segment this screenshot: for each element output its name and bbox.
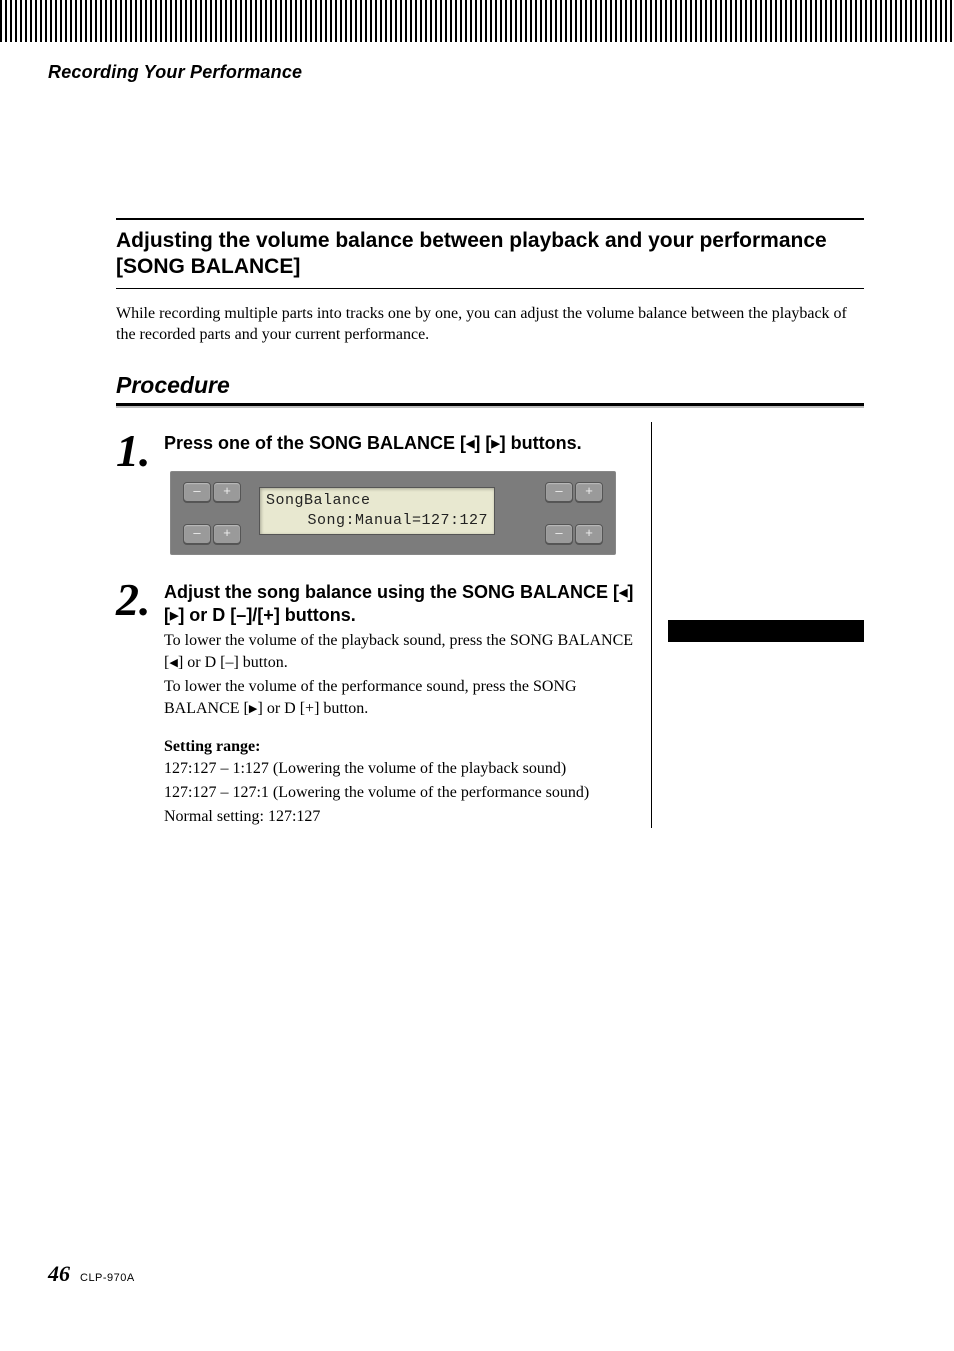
plus-button[interactable]: + bbox=[213, 524, 241, 544]
step-text: To lower the volume of the performance s… bbox=[164, 676, 635, 720]
minus-button[interactable]: – bbox=[545, 482, 573, 502]
procedure-heading: Procedure bbox=[116, 372, 864, 399]
step-text: To lower the volume of the playback soun… bbox=[164, 630, 635, 674]
main-content: Adjusting the volume balance between pla… bbox=[116, 218, 864, 828]
range-heading: Setting range: bbox=[164, 738, 635, 756]
model-label: CLP-970A bbox=[80, 1272, 135, 1284]
minus-button[interactable]: – bbox=[545, 524, 573, 544]
procedure-rule-shade bbox=[116, 406, 864, 408]
lcd-line-2: Song:Manual=127:127 bbox=[266, 511, 488, 531]
title-rule-top bbox=[116, 218, 864, 220]
step-heading: Adjust the song balance using the SONG B… bbox=[164, 581, 635, 628]
plus-button[interactable]: + bbox=[575, 524, 603, 544]
plus-button[interactable]: + bbox=[213, 482, 241, 502]
step-1: 1. Press one of the SONG BALANCE [◀] [▶]… bbox=[116, 432, 635, 563]
sidebar-black-box bbox=[668, 620, 864, 642]
button-pair-a: – + bbox=[183, 482, 241, 502]
minus-button[interactable]: – bbox=[183, 482, 211, 502]
topic-title: Adjusting the volume balance between pla… bbox=[116, 228, 864, 281]
setting-range: Setting range: 127:127 – 1:127 (Lowering… bbox=[164, 738, 635, 828]
device-panel: – + – + – + – + bbox=[170, 471, 616, 555]
lcd-display: SongBalance Song:Manual=127:127 bbox=[259, 487, 495, 535]
topic-intro: While recording multiple parts into trac… bbox=[116, 303, 864, 346]
left-column: 1. Press one of the SONG BALANCE [◀] [▶]… bbox=[116, 422, 651, 829]
plus-button[interactable]: + bbox=[575, 482, 603, 502]
range-line: 127:127 – 1:127 (Lowering the volume of … bbox=[164, 758, 635, 780]
minus-button[interactable]: – bbox=[183, 524, 211, 544]
step-heading: Press one of the SONG BALANCE [◀] [▶] bu… bbox=[164, 432, 635, 455]
button-pair-d: – + bbox=[545, 524, 603, 544]
range-line: 127:127 – 127:1 (Lowering the volume of … bbox=[164, 782, 635, 804]
title-rule-bottom bbox=[116, 288, 864, 289]
triangle-left-icon: ◀ bbox=[169, 657, 178, 669]
step-number: 1. bbox=[116, 428, 164, 474]
top-stripe bbox=[0, 0, 954, 42]
right-column bbox=[652, 422, 864, 829]
range-line: Normal setting: 127:127 bbox=[164, 806, 635, 828]
triangle-right-icon: ▶ bbox=[491, 438, 499, 450]
footer: 46 CLP-970A bbox=[48, 1261, 135, 1287]
triangle-right-icon: ▶ bbox=[249, 703, 258, 715]
page-number: 46 bbox=[48, 1261, 70, 1287]
lcd-line-1: SongBalance bbox=[266, 491, 488, 511]
button-pair-b: – + bbox=[545, 482, 603, 502]
step-2: 2. Adjust the song balance using the SON… bbox=[116, 581, 635, 720]
button-pair-c: – + bbox=[183, 524, 241, 544]
step-number: 2. bbox=[116, 577, 164, 623]
section-header: Recording Your Performance bbox=[48, 62, 302, 83]
